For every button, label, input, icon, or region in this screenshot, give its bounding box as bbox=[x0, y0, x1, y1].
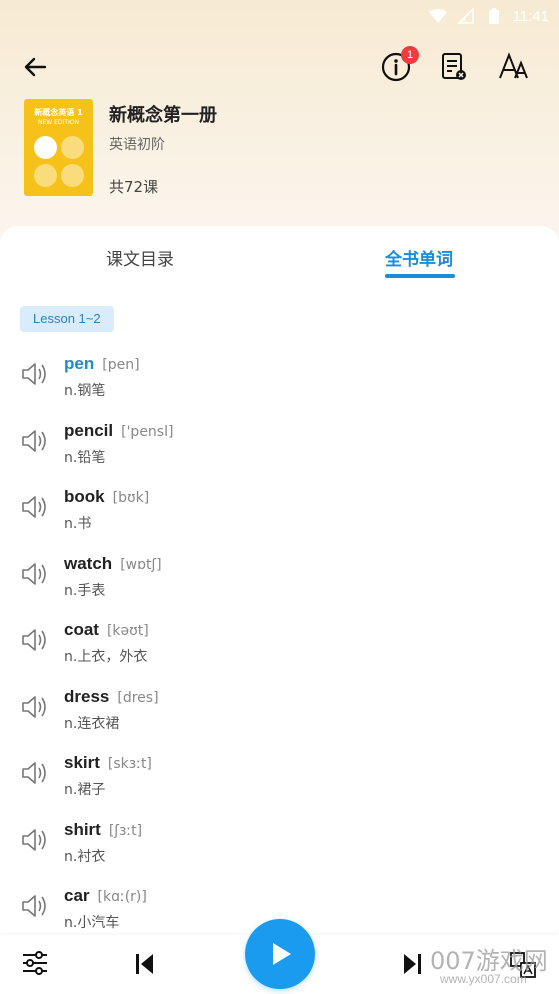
tab-all-words[interactable]: 全书单词 bbox=[385, 245, 453, 270]
play-icon bbox=[273, 943, 291, 965]
speaker-icon[interactable] bbox=[20, 426, 50, 456]
word-label: pencil bbox=[64, 420, 114, 440]
next-button[interactable] bbox=[398, 951, 424, 981]
speaker-icon[interactable] bbox=[20, 625, 50, 655]
word-meaning: n.小汽车 bbox=[64, 915, 120, 931]
word-phonetic: [pen] bbox=[102, 357, 140, 373]
watermark: 007游戏网 bbox=[430, 947, 548, 975]
back-button[interactable] bbox=[20, 52, 50, 82]
header-bar: 1 bbox=[0, 40, 559, 92]
clear-list-button[interactable] bbox=[437, 50, 471, 84]
word-phonetic: [wɒtʃ] bbox=[120, 556, 162, 573]
speaker-icon[interactable] bbox=[20, 492, 50, 522]
cover-dots bbox=[34, 136, 84, 188]
word-text: coat [kəʊt] bbox=[64, 620, 149, 640]
word-row[interactable]: dress [dres] n.连衣裙 bbox=[0, 677, 559, 744]
word-text: skirt [skɜːt] bbox=[64, 753, 152, 773]
skip-previous-icon bbox=[136, 954, 153, 974]
word-row[interactable]: pen [pen] n.钢笔 bbox=[0, 344, 559, 411]
font-size-icon bbox=[499, 52, 528, 79]
word-meaning: n.钢笔 bbox=[64, 383, 106, 399]
word-phonetic: [skɜːt] bbox=[107, 756, 152, 772]
word-meaning: n.铅笔 bbox=[64, 449, 106, 466]
word-phonetic: [dres] bbox=[117, 689, 159, 706]
speaker-icon[interactable] bbox=[20, 559, 50, 589]
battery-icon bbox=[485, 8, 503, 24]
word-phonetic: [kɑː(r)] bbox=[97, 889, 147, 905]
word-label: car bbox=[64, 886, 90, 905]
active-tab-indicator bbox=[385, 274, 455, 278]
wifi-icon bbox=[428, 8, 447, 24]
cover-subtitle: NEW EDITION bbox=[38, 119, 79, 126]
word-text: book [bʊk] bbox=[64, 487, 149, 507]
lesson-count: 共72课 bbox=[109, 178, 159, 196]
word-row[interactable]: shirt [ʃɜːt] n.衬衣 bbox=[0, 810, 559, 877]
word-row[interactable]: skirt [skɜːt] n.裙子 bbox=[0, 743, 559, 810]
word-text: pencil ['pensl] bbox=[64, 421, 173, 441]
word-phonetic: ['pensl] bbox=[121, 423, 174, 440]
word-row[interactable]: coat [kəʊt] n.上衣，外衣 bbox=[0, 610, 559, 677]
previous-button[interactable] bbox=[133, 951, 159, 981]
book-level: 英语初阶 bbox=[109, 137, 165, 153]
book-title: 新概念第一册 bbox=[109, 105, 217, 126]
word-label: coat bbox=[64, 620, 99, 639]
word-meaning: n.手表 bbox=[64, 582, 106, 599]
book-cover: 新概念英语 1 NEW EDITION bbox=[24, 99, 93, 196]
word-label: pen bbox=[64, 354, 95, 373]
word-label: dress bbox=[64, 686, 110, 706]
word-phonetic: [bʊk] bbox=[112, 490, 150, 506]
word-label: shirt bbox=[64, 819, 101, 839]
info-button[interactable]: 1 bbox=[379, 46, 419, 84]
status-bar: x 11:41 bbox=[0, 0, 559, 32]
list-clear-icon bbox=[442, 53, 466, 80]
speaker-icon[interactable] bbox=[20, 692, 50, 722]
word-phonetic: [ʃɜːt] bbox=[108, 822, 143, 839]
settings-button[interactable] bbox=[20, 948, 50, 982]
word-meaning: n.裙子 bbox=[64, 782, 106, 798]
font-size-button[interactable] bbox=[497, 50, 531, 84]
word-text: watch [wɒtʃ] bbox=[64, 554, 162, 574]
cover-title: 新概念英语 1 bbox=[34, 108, 83, 117]
speaker-icon[interactable] bbox=[20, 758, 50, 788]
word-text: pen [pen] bbox=[64, 354, 140, 374]
word-text: shirt [ʃɜːt] bbox=[64, 820, 142, 840]
word-label: watch bbox=[64, 553, 113, 573]
sliders-icon bbox=[23, 951, 47, 975]
word-row[interactable]: book [bʊk] n.书 bbox=[0, 477, 559, 544]
word-phonetic: [kəʊt] bbox=[106, 623, 149, 639]
lesson-tag: Lesson 1~2 bbox=[20, 306, 114, 332]
play-button[interactable] bbox=[245, 919, 315, 989]
word-text: dress [dres] bbox=[64, 687, 159, 707]
word-meaning: n.连衣裙 bbox=[64, 715, 120, 732]
word-row[interactable]: pencil ['pensl] n.铅笔 bbox=[0, 411, 559, 478]
signal-icon: x bbox=[457, 8, 475, 24]
watermark-url: www.yx007.com bbox=[440, 972, 527, 986]
word-meaning: n.衬衣 bbox=[64, 848, 106, 865]
svg-text:x: x bbox=[462, 15, 467, 24]
word-meaning: n.上衣，外衣 bbox=[64, 649, 148, 665]
word-label: book bbox=[64, 487, 105, 506]
word-meaning: n.书 bbox=[64, 516, 92, 532]
word-text: car [kɑː(r)] bbox=[64, 886, 147, 906]
content-panel: 课文目录 全书单词 Lesson 1~2 pen [pen] n.钢笔 pencil [… bbox=[0, 226, 559, 994]
speaker-icon[interactable] bbox=[20, 825, 50, 855]
word-list: pen [pen] n.钢笔 pencil ['pensl] n.铅笔 book [bʊk] n… bbox=[0, 344, 559, 943]
word-row[interactable]: watch [wɒtʃ] n.手表 bbox=[0, 544, 559, 611]
speaker-icon[interactable] bbox=[20, 891, 50, 921]
status-time: 11:41 bbox=[512, 7, 549, 25]
skip-next-icon bbox=[404, 954, 421, 974]
word-label: skirt bbox=[64, 753, 100, 772]
tab-catalog[interactable]: 课文目录 bbox=[106, 245, 174, 270]
arrow-left-icon bbox=[24, 57, 47, 77]
notification-badge: 1 bbox=[401, 46, 419, 64]
speaker-icon[interactable] bbox=[20, 359, 50, 389]
